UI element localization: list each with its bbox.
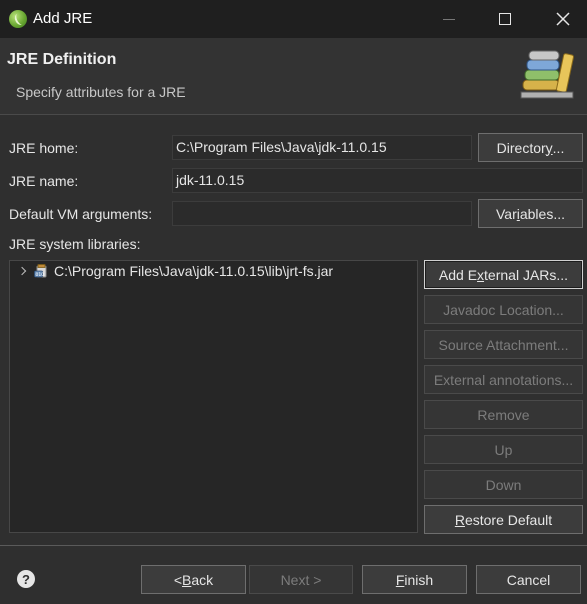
footer-divider — [0, 545, 587, 546]
up-button[interactable]: Up — [424, 435, 583, 464]
add-external-jars-label: Add E — [438, 266, 478, 283]
finish-button-label: inish — [404, 571, 434, 588]
library-path: C:\Program Files\Java\jdk-11.0.15\lib\jr… — [54, 263, 334, 279]
jar-icon: 010 — [34, 264, 47, 278]
jre-name-label: JRE name: — [9, 173, 79, 189]
libraries-tree[interactable]: 010 C:\Program Files\Java\jdk-11.0.15\li… — [9, 260, 418, 533]
finish-button[interactable]: Finish — [362, 565, 467, 594]
directory-button-label: Director — [496, 139, 546, 156]
back-button-label: ack — [191, 571, 214, 588]
help-icon[interactable]: ? — [17, 570, 35, 588]
add-external-jars-button[interactable]: Add Ex ternal JARs... — [424, 260, 583, 289]
svg-text:010: 010 — [36, 272, 45, 278]
page-title: JRE Definition — [7, 51, 117, 68]
remove-button[interactable]: Remove — [424, 400, 583, 429]
close-icon — [556, 12, 570, 26]
back-button-mnemonic: B — [182, 571, 192, 588]
variables-button-suffix: ables... — [519, 205, 565, 222]
external-annotations-button[interactable]: External annotations... — [424, 365, 583, 394]
add-external-jars-mnemonic: x — [477, 266, 485, 283]
wizard-header: JRE Definition Specify attributes for a … — [0, 38, 587, 114]
page-subtitle: Specify attributes for a JRE — [16, 84, 186, 100]
library-books-icon — [520, 50, 574, 99]
vm-args-label: Default VM arguments: — [9, 206, 153, 222]
javadoc-location-button[interactable]: Javadoc Location... — [424, 295, 583, 324]
restore-default-mnemonic: R — [454, 511, 465, 528]
eclipse-app-icon — [9, 10, 27, 28]
restore-default-button[interactable]: Restore Default — [424, 505, 583, 534]
title-bar: Add JRE — [0, 0, 587, 38]
jre-home-field[interactable]: C:\Program Files\Java\jdk-11.0.15 — [172, 135, 472, 160]
directory-button-suffix: ... — [552, 139, 565, 156]
directory-button[interactable]: Director y... — [478, 133, 583, 162]
finish-button-mnemonic: F — [395, 571, 405, 588]
add-external-jars-suffix: ternal JARs... — [484, 266, 569, 283]
maximize-button[interactable] — [481, 0, 529, 38]
down-button[interactable]: Down — [424, 470, 583, 499]
back-button-prefix: < — [173, 571, 183, 588]
jre-home-label: JRE home: — [9, 140, 79, 156]
jre-name-field[interactable]: jdk-11.0.15 — [172, 168, 583, 193]
close-button[interactable] — [539, 0, 587, 38]
variables-button[interactable]: Var i ables... — [478, 199, 583, 228]
libraries-label: JRE system libraries: — [9, 236, 141, 252]
source-attachment-button[interactable]: Source Attachment... — [424, 330, 583, 359]
minimize-icon — [443, 18, 455, 20]
header-divider — [0, 114, 587, 115]
window-title: Add JRE — [33, 10, 93, 27]
minimize-button[interactable] — [425, 0, 473, 38]
restore-default-label: estore Default — [464, 511, 553, 528]
cancel-button[interactable]: Cancel — [476, 565, 581, 594]
library-item[interactable]: 010 C:\Program Files\Java\jdk-11.0.15\li… — [10, 261, 417, 283]
directory-button-mnemonic: y — [545, 139, 553, 156]
next-button[interactable]: Next > — [249, 565, 353, 594]
maximize-icon — [499, 13, 511, 25]
back-button[interactable]: < Back — [141, 565, 246, 594]
chevron-right-icon[interactable] — [17, 266, 27, 276]
variables-button-label: Var — [495, 205, 517, 222]
vm-args-field[interactable] — [172, 201, 472, 226]
